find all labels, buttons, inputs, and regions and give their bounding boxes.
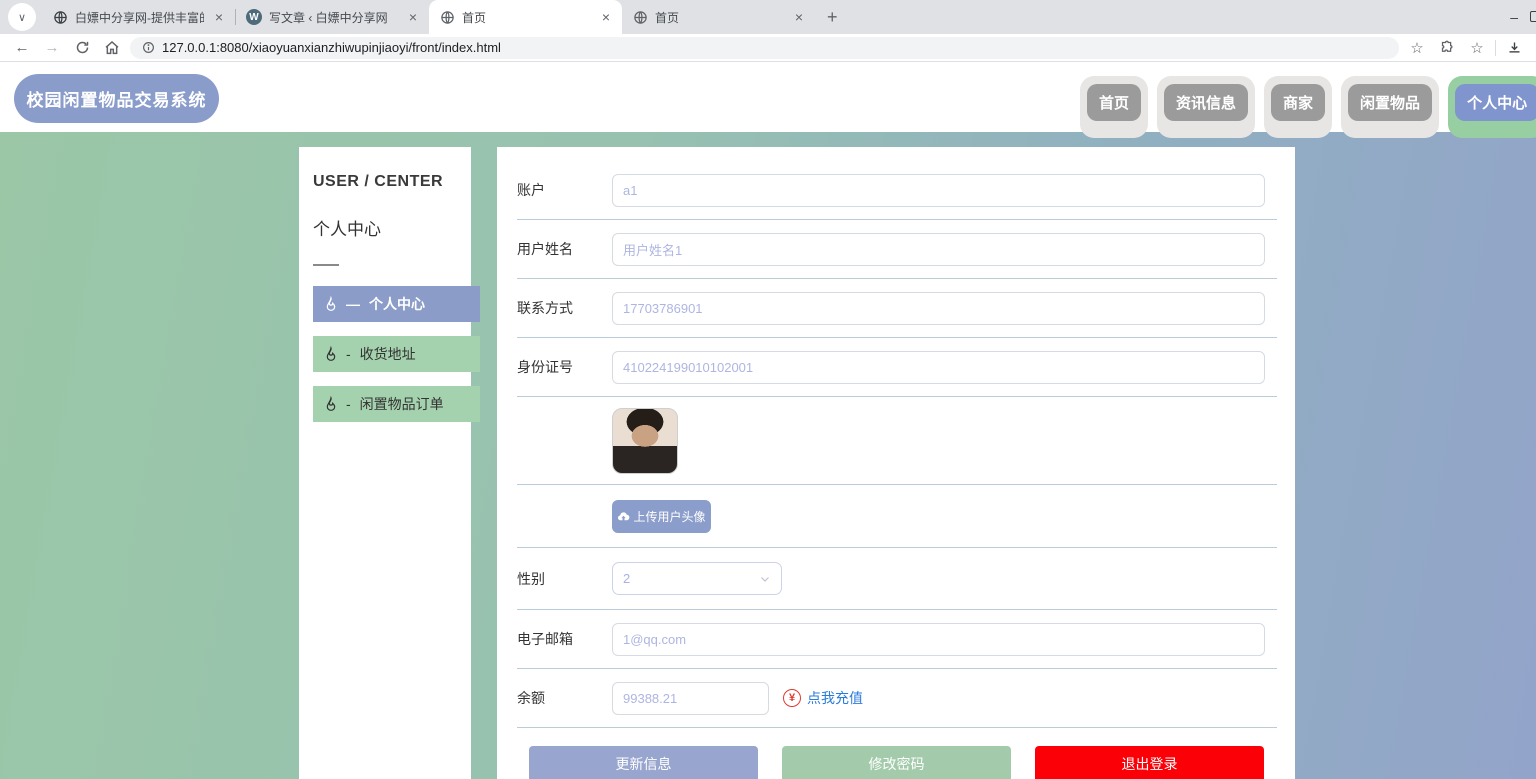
email-input[interactable] — [612, 622, 1265, 656]
info-icon[interactable] — [142, 41, 155, 54]
toolbar-separator — [1495, 39, 1496, 56]
site-logo[interactable]: 校园闲置物品交易系统 — [14, 74, 219, 123]
sidebar-title: USER / CENTER — [313, 173, 444, 190]
sidebar-divider — [313, 264, 339, 266]
sidebar-item-idle-goods-orders[interactable]: - 闲置物品订单 — [313, 386, 480, 422]
field-label: 身份证号 — [517, 359, 573, 375]
form-row-account: 账户 — [517, 161, 1277, 220]
home-icon[interactable] — [100, 36, 124, 60]
field-label: 余额 — [517, 690, 545, 706]
sidebar-item-label: 收货地址 — [359, 346, 416, 362]
yen-icon: ¥ — [783, 689, 801, 707]
form-row-id-number: 身份证号 — [517, 338, 1277, 397]
phone-input[interactable] — [612, 291, 1265, 325]
chevron-down-icon: ∨ — [17, 11, 27, 24]
browser-tab-2[interactable]: W 写文章 ‹ 白嫖中分享网 × — [236, 0, 429, 34]
reload-icon[interactable] — [70, 36, 94, 60]
close-icon[interactable]: × — [598, 9, 614, 25]
close-icon[interactable]: × — [211, 9, 227, 25]
browser-tab-bar: ∨ 白嫖中分享网-提供丰富的 Java × W 写文章 ‹ 白嫖中分享网 × 首… — [0, 0, 1536, 34]
gender-value: 2 — [623, 571, 631, 586]
nav-item-idle-goods[interactable]: 闲置物品 — [1341, 76, 1440, 138]
recharge-link[interactable]: 点我充值 — [807, 688, 863, 708]
browser-tab-1[interactable]: 白嫖中分享网-提供丰富的 Java × — [42, 0, 235, 34]
username-input[interactable] — [612, 232, 1265, 266]
account-input[interactable] — [612, 173, 1265, 207]
main-nav: 首页 资讯信息 商家 闲置物品 个人中心 购物车 — [1080, 76, 1536, 138]
wordpress-favicon-icon: W — [246, 9, 262, 25]
chevron-down-icon — [759, 573, 771, 585]
form-row-phone: 联系方式 — [517, 279, 1277, 338]
nav-item-merchants[interactable]: 商家 — [1264, 76, 1333, 138]
nav-item-news[interactable]: 资讯信息 — [1157, 76, 1256, 138]
tab-search-button[interactable]: ∨ — [8, 3, 36, 31]
forward-icon[interactable]: → — [40, 36, 64, 60]
close-icon[interactable]: × — [791, 9, 807, 25]
update-info-button[interactable]: 更新信息 — [529, 745, 758, 779]
new-tab-button[interactable]: + — [827, 7, 838, 28]
upload-avatar-button[interactable]: 上传用户头像 — [612, 499, 711, 533]
change-password-button[interactable]: 修改密码 — [782, 745, 1011, 779]
user-avatar — [612, 407, 678, 474]
flame-icon — [323, 346, 339, 362]
field-label: 用户姓名 — [517, 241, 573, 257]
gender-select[interactable]: 2 — [612, 562, 782, 595]
site-header: 校园闲置物品交易系统 首页 资讯信息 商家 闲置物品 个人中心 购物车 — [0, 62, 1536, 138]
profile-form: 账户 用户姓名 联系方式 身份证号 — [497, 147, 1295, 779]
form-row-avatar — [517, 397, 1277, 485]
field-label: 账户 — [517, 182, 545, 198]
tab-title: 首页 — [462, 10, 487, 25]
sidebar-item-shipping-address[interactable]: - 收货地址 — [313, 336, 480, 372]
menu-dash: - — [346, 396, 351, 412]
tab-title: 写文章 ‹ 白嫖中分享网 — [269, 10, 388, 25]
sidebar-menu: — 个人中心 - 收货地址 - 闲置物品订单 — [299, 286, 480, 422]
id-number-input[interactable] — [612, 350, 1265, 384]
logout-button[interactable]: 退出登录 — [1035, 745, 1264, 779]
bookmark-star-icon[interactable]: ☆ — [1405, 36, 1429, 60]
nav-item-user-center[interactable]: 个人中心 — [1448, 76, 1536, 138]
field-label: 性别 — [517, 570, 545, 587]
recharge-link-group[interactable]: ¥ 点我充值 — [783, 688, 863, 708]
favorites-star-icon[interactable]: ☆ — [1465, 36, 1489, 60]
menu-dash: — — [346, 296, 360, 312]
globe-favicon-icon — [632, 9, 648, 25]
browser-url-bar: ← → 127.0.0.1:8080/xiaoyuanxianzhiwupinj… — [0, 34, 1536, 62]
nav-item-home[interactable]: 首页 — [1080, 76, 1149, 138]
balance-input[interactable] — [612, 681, 769, 715]
form-row-email: 电子邮箱 — [517, 610, 1277, 669]
sidebar-subtitle: 个人中心 — [313, 220, 381, 239]
back-icon[interactable]: ← — [10, 36, 34, 60]
form-row-gender: 性别 2 — [517, 548, 1277, 610]
field-label: 电子邮箱 — [517, 631, 573, 647]
user-center-sidebar: USER / CENTER 个人中心 — 个人中心 - 收货地址 - 闲置物品订… — [299, 147, 480, 779]
cloud-upload-icon — [617, 510, 630, 523]
download-icon[interactable] — [1502, 36, 1526, 60]
minimize-button[interactable]: – — [1510, 9, 1518, 25]
form-row-username: 用户姓名 — [517, 220, 1277, 279]
tab-title: 首页 — [655, 10, 680, 25]
form-row-upload: 上传用户头像 — [517, 485, 1277, 548]
maximize-button[interactable] — [1530, 11, 1536, 22]
flame-icon — [323, 396, 339, 412]
flame-icon — [323, 296, 339, 312]
globe-favicon-icon — [52, 9, 68, 25]
page-background: USER / CENTER 个人中心 — 个人中心 - 收货地址 - 闲置物品订… — [0, 132, 1536, 779]
extensions-icon[interactable] — [1435, 36, 1459, 60]
address-omnibox[interactable]: 127.0.0.1:8080/xiaoyuanxianzhiwupinjiaoy… — [130, 36, 1399, 59]
sidebar-item-label: 闲置物品订单 — [359, 396, 444, 412]
browser-tab-3-active[interactable]: 首页 × — [429, 0, 622, 34]
tab-title: 白嫖中分享网-提供丰富的 Java — [75, 10, 204, 25]
sidebar-item-label: 个人中心 — [369, 296, 425, 312]
url-text: 127.0.0.1:8080/xiaoyuanxianzhiwupinjiaoy… — [162, 40, 501, 55]
close-icon[interactable]: × — [405, 9, 421, 25]
sidebar-item-user-center[interactable]: — 个人中心 — [313, 286, 480, 322]
actions-row: 更新信息 修改密码 退出登录 — [529, 745, 1264, 779]
field-label: 联系方式 — [517, 300, 573, 316]
form-row-balance: 余额 ¥ 点我充值 — [517, 669, 1277, 728]
form-row-actions: 更新信息 修改密码 退出登录 — [517, 728, 1277, 779]
browser-tab-4[interactable]: 首页 × — [622, 0, 815, 34]
globe-favicon-icon — [439, 9, 455, 25]
menu-dash: - — [346, 346, 351, 362]
